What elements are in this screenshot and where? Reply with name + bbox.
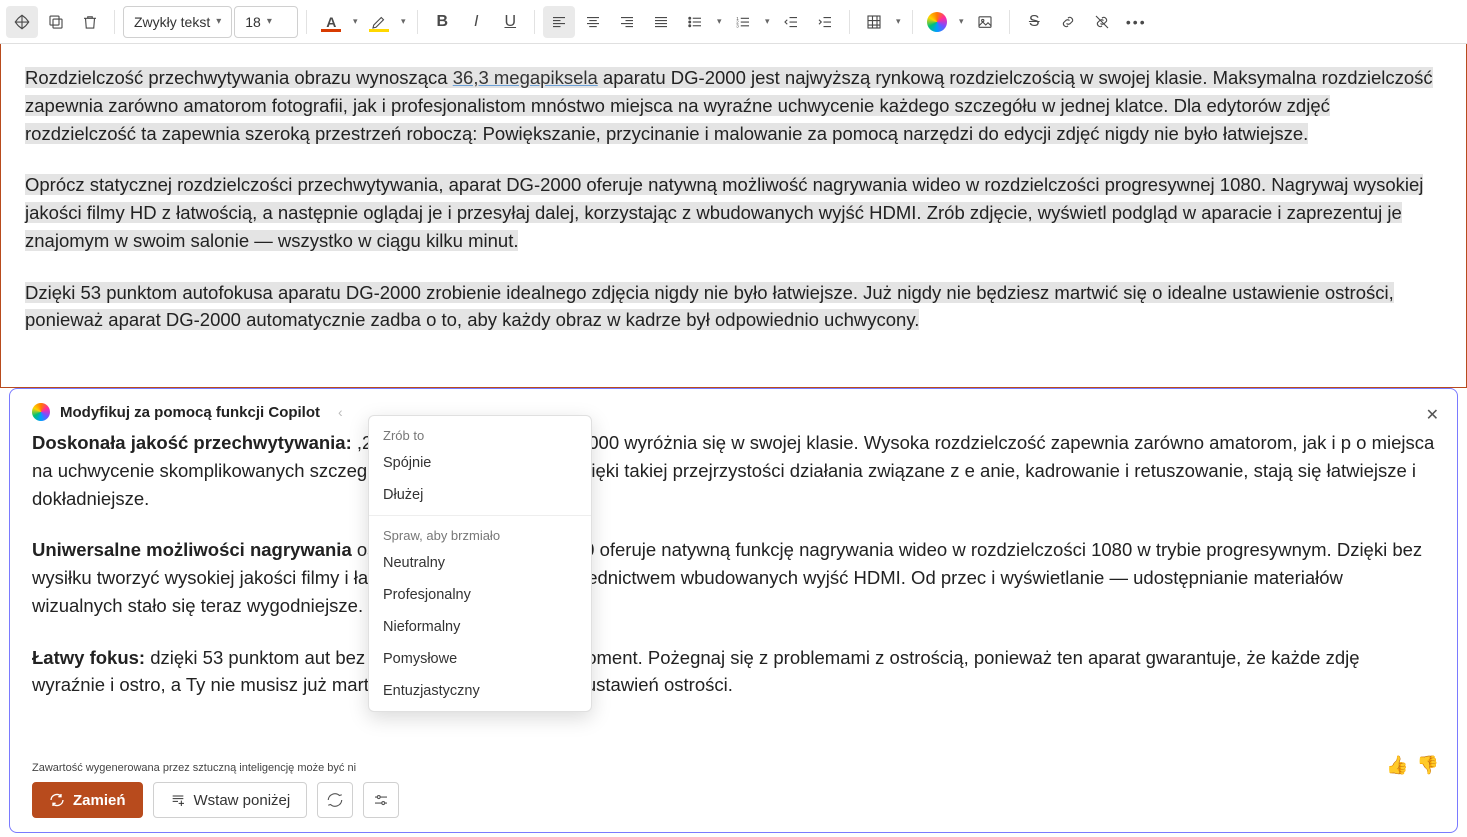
toolbar: Zwykły tekst ▾ 18 ▾ A ▾ ▾ B I U ▾ 123 ▾ bbox=[0, 0, 1467, 44]
highlight-chevron[interactable]: ▾ bbox=[397, 16, 409, 27]
underline-button[interactable]: U bbox=[494, 6, 526, 38]
copilot-icon bbox=[927, 12, 947, 32]
move-handle[interactable] bbox=[6, 6, 38, 38]
popup-item[interactable]: Nieformalny bbox=[369, 611, 591, 643]
font-color-chevron[interactable]: ▾ bbox=[349, 16, 361, 27]
style-dropdown[interactable]: Zwykły tekst ▾ bbox=[123, 6, 232, 38]
copilot-actions: Zamień Wstaw poniżej bbox=[32, 782, 1435, 818]
popup-section-label: Spraw, aby brzmiało bbox=[369, 520, 591, 547]
popup-item[interactable]: Pomysłowe bbox=[369, 643, 591, 675]
copilot-suggestion: Doskonała jakość przechwytywania: ,2 meg… bbox=[32, 429, 1435, 766]
feedback-buttons: 👍 👎 bbox=[1386, 755, 1439, 776]
regenerate-button[interactable] bbox=[317, 782, 353, 818]
document-paragraph: Oprócz statycznej rozdzielczości przechw… bbox=[25, 171, 1442, 254]
table-button[interactable] bbox=[858, 6, 890, 38]
thumbs-down-icon[interactable]: 👎 bbox=[1417, 755, 1439, 776]
thumbs-up-icon[interactable]: 👍 bbox=[1386, 755, 1408, 776]
bullet-list-button[interactable] bbox=[679, 6, 711, 38]
suggestion-heading: Uniwersalne możliwości nagrywania bbox=[32, 539, 352, 560]
link-button[interactable] bbox=[1052, 6, 1084, 38]
copilot-panel: Modyfikuj za pomocą funkcji Copilot ‹ ✕ … bbox=[9, 388, 1458, 833]
font-size-dropdown[interactable]: 18 ▾ bbox=[234, 6, 298, 38]
align-left-button[interactable] bbox=[543, 6, 575, 38]
copy-icon[interactable] bbox=[40, 6, 72, 38]
chevron-down-icon: ▾ bbox=[267, 16, 272, 27]
ai-disclaimer: Zawartość wygenerowana przez sztuczną in… bbox=[32, 762, 1435, 774]
align-center-button[interactable] bbox=[577, 6, 609, 38]
bold-button[interactable]: B bbox=[426, 6, 458, 38]
style-label: Zwykły tekst bbox=[134, 14, 210, 30]
highlight-color-button[interactable] bbox=[363, 6, 395, 38]
strikethrough-button[interactable]: S bbox=[1018, 6, 1050, 38]
copilot-prev[interactable]: ‹ bbox=[338, 404, 343, 420]
copilot-icon bbox=[32, 403, 50, 421]
align-justify-button[interactable] bbox=[645, 6, 677, 38]
italic-button[interactable]: I bbox=[460, 6, 492, 38]
suggestion-heading: Doskonała jakość przechwytywania: bbox=[32, 432, 352, 453]
font-color-button[interactable]: A bbox=[315, 6, 347, 38]
popup-item[interactable]: Profesjonalny bbox=[369, 579, 591, 611]
more-button[interactable]: ••• bbox=[1120, 6, 1152, 38]
table-chevron[interactable]: ▾ bbox=[892, 16, 904, 27]
tone-popup: Zrób to Spójnie Dłużej Spraw, aby brzmia… bbox=[368, 415, 592, 712]
popup-section-label: Zrób to bbox=[369, 420, 591, 447]
image-button[interactable] bbox=[969, 6, 1001, 38]
popup-item[interactable]: Neutralny bbox=[369, 547, 591, 579]
insert-below-label: Wstaw poniżej bbox=[194, 792, 291, 809]
insert-below-button[interactable]: Wstaw poniżej bbox=[153, 782, 308, 818]
numbered-list-button[interactable]: 123 bbox=[727, 6, 759, 38]
font-size-value: 18 bbox=[245, 14, 261, 30]
numbered-list-chevron[interactable]: ▾ bbox=[761, 16, 773, 27]
popup-item[interactable]: Spójnie bbox=[369, 447, 591, 479]
copilot-header: Modyfikuj za pomocą funkcji Copilot ‹ bbox=[32, 403, 1435, 421]
document-editor[interactable]: Rozdzielczość przechwytywania obrazu wyn… bbox=[0, 44, 1467, 388]
outdent-button[interactable] bbox=[775, 6, 807, 38]
copilot-button[interactable] bbox=[921, 6, 953, 38]
popup-item[interactable]: Entuzjastyczny bbox=[369, 675, 591, 707]
adjust-button[interactable] bbox=[363, 782, 399, 818]
align-right-button[interactable] bbox=[611, 6, 643, 38]
svg-text:3: 3 bbox=[737, 23, 740, 28]
resolution-link[interactable]: 36,3 megapiksela bbox=[453, 67, 598, 88]
document-paragraph: Dzięki 53 punktom autofokusa aparatu DG-… bbox=[25, 279, 1442, 335]
indent-button[interactable] bbox=[809, 6, 841, 38]
copilot-title: Modyfikuj za pomocą funkcji Copilot bbox=[60, 404, 320, 421]
chevron-down-icon: ▾ bbox=[216, 16, 221, 27]
popup-item[interactable]: Dłużej bbox=[369, 479, 591, 511]
bullet-list-chevron[interactable]: ▾ bbox=[713, 16, 725, 27]
replace-label: Zamień bbox=[73, 792, 126, 809]
replace-button[interactable]: Zamień bbox=[32, 782, 143, 818]
unlink-button[interactable] bbox=[1086, 6, 1118, 38]
copilot-chevron[interactable]: ▾ bbox=[955, 16, 967, 27]
suggestion-heading: Łatwy fokus: bbox=[32, 647, 145, 668]
close-button[interactable]: ✕ bbox=[1426, 405, 1439, 425]
delete-icon[interactable] bbox=[74, 6, 106, 38]
document-paragraph: Rozdzielczość przechwytywania obrazu wyn… bbox=[25, 64, 1442, 147]
